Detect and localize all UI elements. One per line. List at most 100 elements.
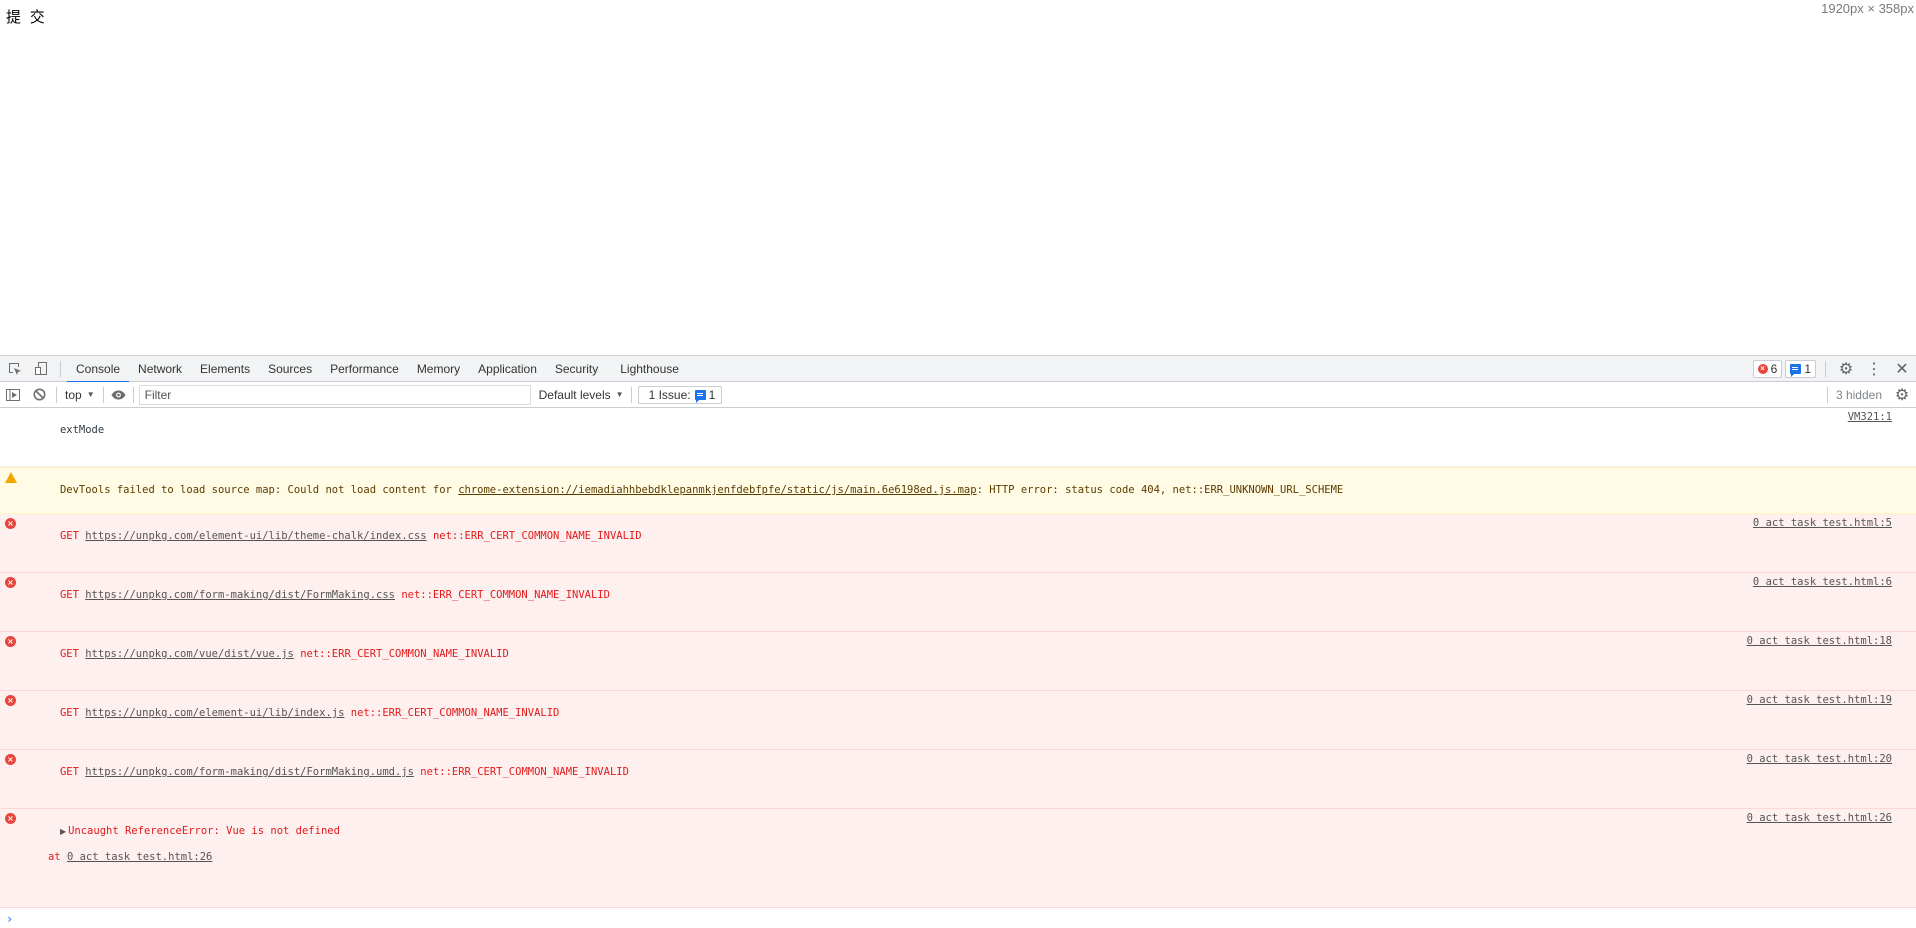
clear-console-icon[interactable]: [26, 382, 52, 408]
divider: [60, 360, 61, 377]
tab-sources[interactable]: Sources: [259, 356, 321, 382]
tabbar-right: × 6 1 ⚙ ⋮ ✕: [1752, 356, 1916, 382]
live-expression-eye-icon[interactable]: [106, 382, 132, 408]
error-icon: ×: [5, 636, 16, 647]
error-icon: ×: [1757, 364, 1768, 374]
more-options-icon[interactable]: ⋮: [1860, 356, 1888, 382]
request-url[interactable]: https://unpkg.com/element-ui/lib/index.j…: [85, 707, 344, 719]
request-method: GET: [59, 707, 79, 719]
inspect-element-icon[interactable]: [2, 356, 28, 382]
device-toolbar-icon[interactable]: [28, 356, 54, 382]
show-sidebar-icon[interactable]: [0, 382, 26, 408]
tab-application[interactable]: Application: [469, 356, 546, 382]
request-method: GET: [59, 530, 79, 542]
tab-memory[interactable]: Memory: [408, 356, 469, 382]
request-url[interactable]: https://unpkg.com/form-making/dist/FormM…: [85, 766, 414, 778]
error-icon: ×: [5, 518, 16, 529]
tab-performance[interactable]: Performance: [321, 356, 408, 382]
source-link[interactable]: 0 act task test.html:19: [1747, 694, 1892, 707]
console-toolbar: top ▼ Default levels ▼ 1 Issue: 1 3 hidd…: [0, 382, 1916, 408]
toolbar-right: 3 hidden ⚙: [1821, 382, 1916, 408]
issue-count-badge[interactable]: 1: [1785, 360, 1816, 378]
source-link[interactable]: VM321:1: [1848, 411, 1892, 424]
console-settings-gear-icon[interactable]: ⚙: [1888, 382, 1916, 408]
request-method: GET: [59, 589, 79, 601]
exception-text: Uncaught ReferenceError: Vue is not defi…: [68, 825, 340, 837]
error-count-badge[interactable]: × 6: [1752, 360, 1783, 378]
error-text: net::ERR_CERT_COMMON_NAME_INVALID: [350, 707, 560, 719]
divider: [56, 386, 57, 403]
request-url[interactable]: https://unpkg.com/vue/dist/vue.js: [85, 648, 294, 660]
console-messages: extMode VM321:1 DevTools failed to load …: [0, 408, 1916, 928]
settings-gear-icon[interactable]: ⚙: [1832, 356, 1860, 382]
tab-console[interactable]: Console: [67, 356, 130, 383]
issues-count: 1: [708, 387, 716, 402]
message-link[interactable]: chrome-extension://iemadiahhbebdklepanmk…: [458, 484, 976, 496]
context-selector[interactable]: top ▼: [59, 388, 101, 402]
divider: [132, 386, 134, 403]
log-levels-dropdown[interactable]: Default levels ▼: [539, 388, 624, 402]
source-link[interactable]: 0 act task test.html:18: [1747, 635, 1892, 648]
error-text: net::ERR_CERT_COMMON_NAME_INVALID: [432, 530, 642, 542]
request-url[interactable]: https://unpkg.com/element-ui/lib/theme-c…: [85, 530, 426, 542]
console-error: × GET https://unpkg.com/form-making/dist/…: [0, 573, 1916, 632]
console-exception: × ▶ Uncaught ReferenceError: Vue is not de…: [0, 809, 1916, 908]
source-link[interactable]: 0 act task test.html:20: [1747, 753, 1892, 766]
divider: [102, 386, 104, 403]
devtools-panel: Console Network Elements Sources Perform…: [0, 355, 1916, 926]
warning-icon: [5, 472, 17, 483]
request-url[interactable]: https://unpkg.com/form-making/dist/FormM…: [85, 589, 395, 601]
page-viewport: 提 交 1920px × 358px: [0, 0, 1916, 355]
console-error: × GET https://unpkg.com/form-making/dist/…: [0, 750, 1916, 809]
divider: [630, 386, 632, 403]
issue-count: 1: [1804, 362, 1811, 376]
source-link[interactable]: 0 act task test.html:5: [1753, 517, 1892, 530]
request-method: GET: [59, 648, 79, 660]
error-icon: ×: [5, 754, 16, 765]
context-value: top: [65, 387, 82, 402]
stack-link[interactable]: 0 act task test.html:26: [67, 851, 212, 863]
divider: [1825, 361, 1826, 377]
error-text: net::ERR_CERT_COMMON_NAME_INVALID: [420, 766, 629, 778]
error-count: 6: [1770, 362, 1778, 376]
issue-icon: [694, 389, 706, 403]
prompt-chevron-icon: ›: [6, 912, 14, 926]
request-method: GET: [59, 766, 79, 778]
message-text: : HTTP error: status code 404, net::ERR_…: [976, 484, 1344, 496]
error-text: net::ERR_CERT_COMMON_NAME_INVALID: [300, 648, 509, 660]
error-icon: ×: [5, 577, 16, 588]
console-message: extMode VM321:1: [0, 408, 1916, 467]
issues-label: 1 Issue:: [648, 387, 691, 402]
hidden-messages-count: 3 hidden: [1835, 388, 1882, 402]
divider: [1826, 387, 1828, 403]
message-text: DevTools failed to load source map: Coul…: [59, 484, 459, 496]
message-text: extMode: [59, 424, 105, 436]
submit-button[interactable]: 提 交: [6, 6, 47, 27]
stack-trace-line: at 0 act task test.html:26: [22, 851, 1892, 864]
tab-network[interactable]: Network: [129, 356, 191, 382]
filter-input[interactable]: [138, 384, 531, 405]
log-levels-value: Default levels: [538, 387, 611, 402]
issues-button[interactable]: 1 Issue: 1: [637, 385, 723, 404]
dropdown-arrow-icon: ▼: [86, 390, 95, 399]
tab-lighthouse[interactable]: Lighthouse: [611, 356, 688, 382]
source-link[interactable]: 0 act task test.html:6: [1753, 576, 1892, 589]
stack-prefix: at: [48, 851, 67, 863]
error-icon: ×: [5, 695, 16, 706]
dropdown-arrow-icon: ▼: [615, 390, 624, 399]
console-warning: DevTools failed to load source map: Coul…: [0, 467, 1916, 514]
console-prompt[interactable]: ›: [0, 908, 1916, 928]
error-icon: ×: [5, 813, 16, 824]
devtools-tabbar: Console Network Elements Sources Perform…: [0, 356, 1916, 383]
close-icon[interactable]: ✕: [1888, 356, 1916, 382]
tab-elements[interactable]: Elements: [191, 356, 259, 382]
error-text: net::ERR_CERT_COMMON_NAME_INVALID: [401, 589, 610, 601]
console-error: × GET https://unpkg.com/vue/dist/vue.js n…: [0, 632, 1916, 691]
tab-security[interactable]: Security: [546, 356, 607, 382]
source-link[interactable]: 0 act task test.html:26: [1747, 812, 1892, 825]
issue-icon: [1790, 364, 1802, 377]
viewport-size-label: 1920px × 358px: [1821, 1, 1914, 16]
console-error: × GET https://unpkg.com/element-ui/lib/th…: [0, 514, 1916, 573]
console-error: × GET https://unpkg.com/element-ui/lib/in…: [0, 691, 1916, 750]
expand-triangle-icon[interactable]: ▶: [60, 827, 66, 836]
